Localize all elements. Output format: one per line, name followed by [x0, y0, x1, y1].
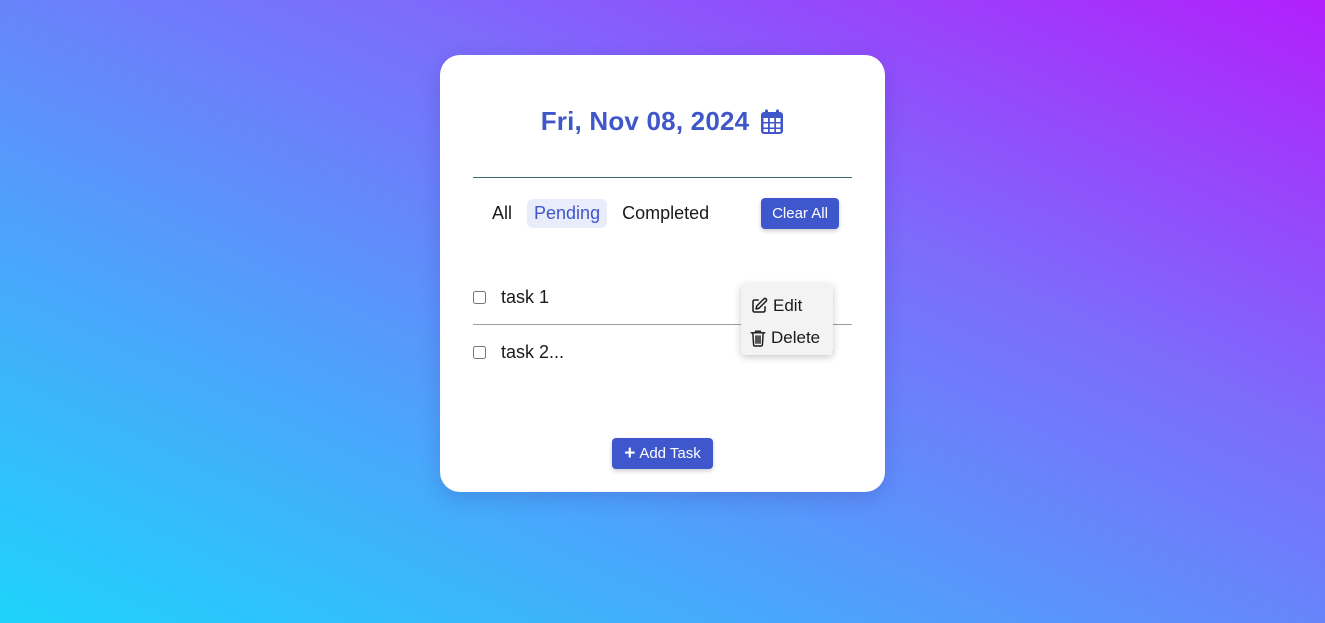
date-header: Fri, Nov 08, 2024: [440, 106, 885, 137]
filter-completed[interactable]: Completed: [615, 199, 716, 228]
task-context-menu: Edit Delete: [741, 284, 833, 355]
plus-icon: +: [624, 443, 636, 464]
date-text: Fri, Nov 08, 2024: [540, 106, 750, 136]
add-task-button[interactable]: + Add Task: [612, 438, 713, 469]
edit-label: Edit: [773, 296, 803, 315]
calendar-icon[interactable]: [760, 109, 784, 135]
add-task-label: Add Task: [639, 445, 701, 462]
edit-icon: [752, 297, 768, 313]
filter-tabs: All Pending Completed: [485, 199, 716, 228]
todo-card: Fri, Nov 08, 2024 All Pending Completed: [440, 55, 885, 492]
task-checkbox[interactable]: [473, 291, 486, 304]
trash-icon: [750, 330, 766, 347]
task-checkbox[interactable]: [473, 345, 486, 359]
header-divider: [473, 177, 852, 178]
delete-label: Delete: [771, 328, 821, 347]
filter-all[interactable]: All: [485, 199, 519, 228]
edit-menu-item[interactable]: Edit: [741, 290, 833, 322]
filter-pending[interactable]: Pending: [527, 199, 608, 228]
task-text: task 1: [501, 287, 550, 307]
delete-menu-item[interactable]: Delete: [741, 322, 833, 354]
task-text: task 2...: [501, 341, 565, 362]
clear-all-button[interactable]: Clear All: [761, 198, 839, 229]
